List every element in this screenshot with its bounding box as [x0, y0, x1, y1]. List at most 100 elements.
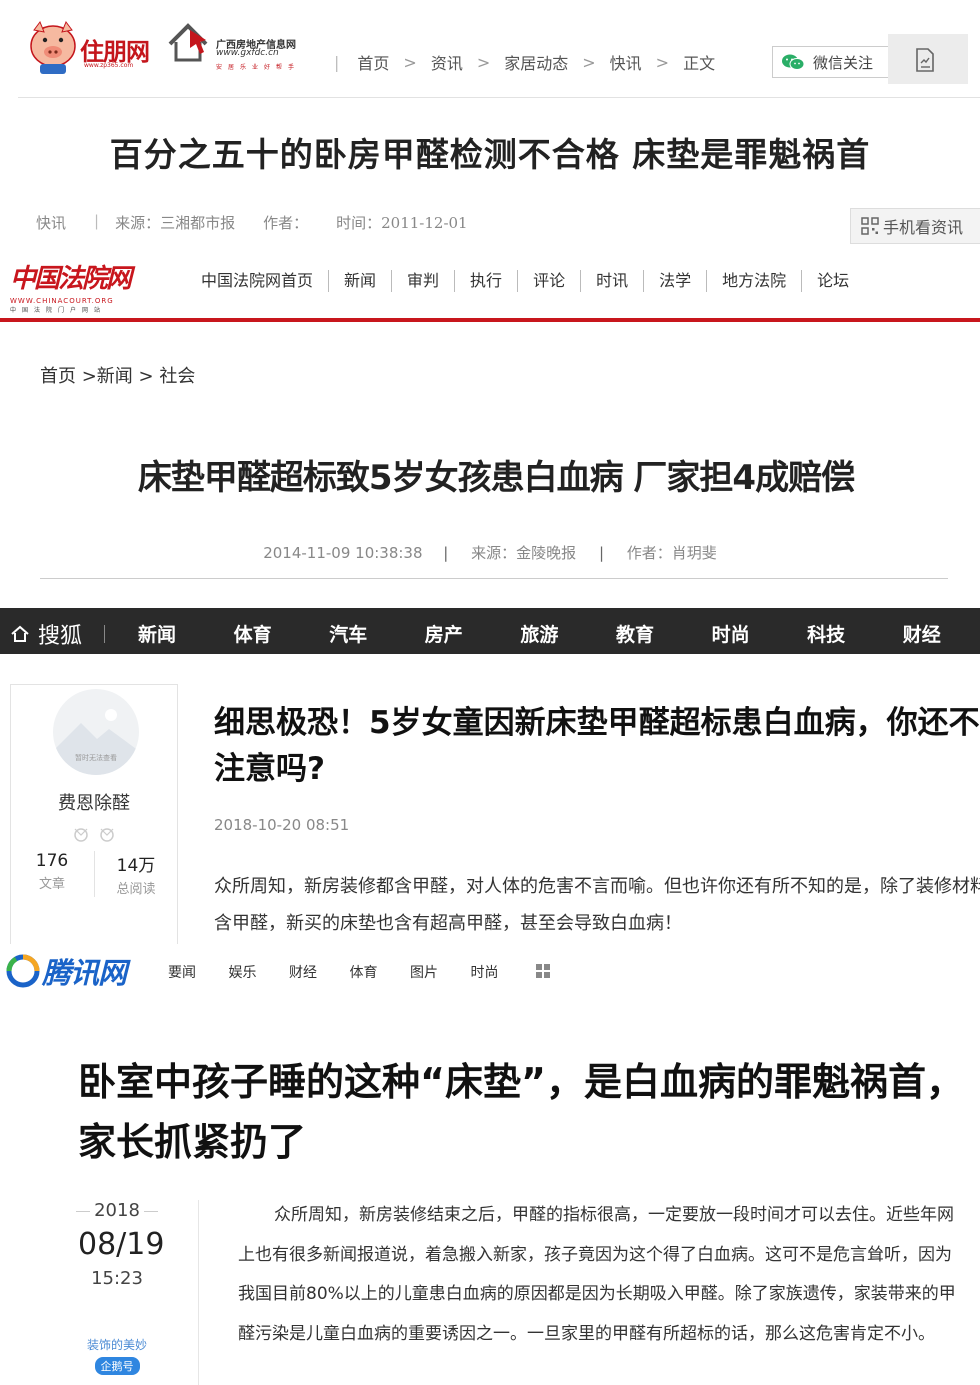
document-button[interactable]: [888, 34, 968, 84]
qq-logo[interactable]: 腾讯网: [6, 950, 127, 992]
gxfdc-logo[interactable]: 广西房地产信息网 www.gxfdc.cn 安居乐业好帮手: [166, 22, 316, 76]
qq-logo-icon: [6, 954, 40, 988]
badge-icons: [74, 828, 114, 842]
tab-travel[interactable]: 旅游: [520, 620, 616, 647]
breadcrumb-flash[interactable]: 快讯: [610, 50, 642, 74]
chinacourt-header: 中国法院网 WWW.CHINACOURT.ORG 中国法院门户网站 中国法院网首…: [0, 244, 980, 322]
avatar-placeholder-label: 暂时无法查看: [75, 754, 117, 762]
article-time: 时间：2011-12-01: [336, 214, 468, 232]
qr-code-icon: [861, 217, 879, 235]
sohu-tabs: 新闻 体育 汽车 房产 旅游 教育 时尚 科技 财经: [138, 620, 980, 647]
breadcrumb: | 首页 > 资讯 > 家居动态 > 快讯 > 正文: [334, 50, 715, 74]
nav-item-forum[interactable]: 论坛: [802, 270, 864, 292]
tab-realestate[interactable]: 房产: [425, 620, 521, 647]
penguin-account-badge: 企鹅号: [94, 1357, 140, 1375]
mobile-read-button[interactable]: 手机看资讯: [850, 208, 980, 244]
tab-sports[interactable]: 体育: [234, 620, 330, 647]
article-month-day: 08/19: [78, 1227, 165, 1262]
breadcrumb-divider: |: [334, 52, 340, 72]
article-year: 2018: [76, 1200, 158, 1221]
author-name[interactable]: 费恩除醛: [11, 789, 177, 815]
article-title: 床垫甲醛超标致5岁女孩患白血病 厂家担4成赔偿: [137, 458, 855, 498]
gxfdc-logo-url: www.gxfdc.cn: [216, 48, 279, 58]
tab-entertainment[interactable]: 娱乐: [229, 962, 290, 982]
breadcrumb-news[interactable]: 资讯: [431, 50, 463, 74]
divider: [198, 1200, 199, 1385]
divider: [40, 578, 948, 579]
tab-education[interactable]: 教育: [616, 620, 712, 647]
zp365-logo[interactable]: 住朋网 www.zp365.com: [26, 18, 156, 80]
article-author: 作者：肖玥斐: [626, 544, 717, 562]
author-block: 装饰的美妙 企鹅号: [78, 1336, 156, 1375]
article-author: 作者：: [263, 214, 309, 232]
chinacourt-logo[interactable]: 中国法院网 WWW.CHINACOURT.ORG 中国法院门户网站: [10, 258, 144, 316]
chevron-right-icon: >: [582, 52, 596, 72]
qq-nav-bar: 腾讯网 要闻 娱乐 财经 体育 图片 时尚: [0, 944, 980, 996]
chinacourt-logo-text: 中国法院网: [10, 264, 132, 294]
article-count-label: 文章: [38, 877, 65, 892]
tab-news[interactable]: 新闻: [138, 620, 234, 647]
sohu-logo[interactable]: 搜狐: [10, 618, 106, 650]
breadcrumb-home-decor[interactable]: 家居动态: [504, 50, 568, 74]
tab-fashion[interactable]: 时尚: [471, 962, 532, 982]
pig-mascot-icon: [30, 20, 76, 74]
article-date: 2018-10-20 08:51: [214, 816, 350, 834]
zp365-logo-url: www.zp365.com: [84, 62, 134, 69]
breadcrumb-home[interactable]: 首页: [357, 50, 389, 74]
document-icon: [916, 48, 934, 72]
wechat-follow-label: 微信关注: [813, 53, 874, 72]
nav-item-home[interactable]: 中国法院网首页: [186, 270, 330, 292]
nav-item-news[interactable]: 新闻: [329, 270, 393, 292]
chinacourt-nav: 中国法院网首页 新闻 审判 执行 评论 时讯 法学 地方法院 论坛: [186, 270, 864, 292]
tab-auto[interactable]: 汽车: [329, 620, 425, 647]
read-count-stat: 14万 总阅读: [95, 851, 177, 897]
wechat-follow-button[interactable]: 微信关注: [772, 46, 893, 78]
nav-item-trial[interactable]: 审判: [392, 270, 456, 292]
tab-headlines[interactable]: 要闻: [168, 962, 229, 982]
article-date-block: 2018 08/19 15:23: [76, 1200, 165, 1289]
tab-sports[interactable]: 体育: [350, 962, 411, 982]
nav-item-law[interactable]: 法学: [644, 270, 708, 292]
author-name[interactable]: 装饰的美妙: [78, 1336, 156, 1353]
breadcrumb[interactable]: 首页 >新闻 > 社会: [40, 362, 195, 388]
nav-item-timely[interactable]: 时讯: [581, 270, 645, 292]
article-meta: 2014-11-09 10:38:38 | 来源：金陵晚报 | 作者：肖玥斐: [0, 542, 980, 563]
wechat-icon: [782, 54, 805, 70]
author-profile-card: 暂时无法查看 费恩除醛 176 文章 14万 总阅读: [10, 684, 178, 944]
zp365-article-section: 住朋网 www.zp365.com 广西房地产信息网 www.gxfdc.cn …: [0, 0, 980, 258]
sohu-nav-bar: 搜狐 新闻 体育 汽车 房产 旅游 教育 时尚 科技 财经: [0, 608, 980, 654]
house-icon: [168, 23, 208, 62]
nav-item-comment[interactable]: 评论: [518, 270, 582, 292]
meta-divider: |: [598, 544, 604, 562]
chevron-right-icon: >: [476, 52, 491, 72]
chevron-right-icon: >: [655, 52, 670, 72]
nav-divider: [104, 625, 106, 643]
nav-item-local-courts[interactable]: 地方法院: [707, 270, 803, 292]
author-stats: 176 文章 14万 总阅读: [11, 851, 177, 901]
breadcrumb-current: 正文: [683, 54, 716, 73]
read-count-label: 总阅读: [116, 882, 156, 897]
article-title: 细思极恐！5岁女童因新床垫甲醛超标患白血病，你还不注意吗?: [214, 705, 980, 787]
article-category[interactable]: 快讯: [36, 212, 66, 233]
sohu-article-section: 搜狐 新闻 体育 汽车 房产 旅游 教育 时尚 科技 财经 暂时无法查看 费恩除…: [0, 608, 980, 944]
tab-tech[interactable]: 科技: [807, 620, 903, 647]
article-meta: 快讯 | 来源：三湘都市报 作者： 时间：2011-12-01: [36, 212, 496, 233]
avatar[interactable]: 暂时无法查看: [53, 689, 139, 775]
tab-fashion[interactable]: 时尚: [712, 620, 808, 647]
article-title: 百分之五十的卧房甲醛检测不合格 床垫是罪魁祸首: [109, 135, 871, 174]
chevron-right-icon: >: [403, 52, 417, 72]
meta-divider: |: [443, 544, 449, 562]
article-time: 15:23: [91, 1268, 143, 1289]
mobile-read-label: 手机看资讯: [883, 218, 964, 237]
tab-finance[interactable]: 财经: [903, 620, 980, 647]
gxfdc-logo-slogan: 安居乐业好帮手: [216, 64, 301, 71]
read-count: 14万: [116, 856, 156, 876]
nav-item-execution[interactable]: 执行: [455, 270, 519, 292]
tab-finance[interactable]: 财经: [289, 962, 350, 982]
article-source: 来源：三湘都市报: [115, 214, 236, 232]
chinacourt-logo-url: WWW.CHINACOURT.ORG: [10, 297, 114, 305]
sohu-logo-text: 搜狐: [38, 624, 83, 649]
grid-menu-icon[interactable]: [536, 964, 550, 978]
meta-divider: |: [94, 212, 100, 230]
tab-photos[interactable]: 图片: [410, 962, 471, 982]
